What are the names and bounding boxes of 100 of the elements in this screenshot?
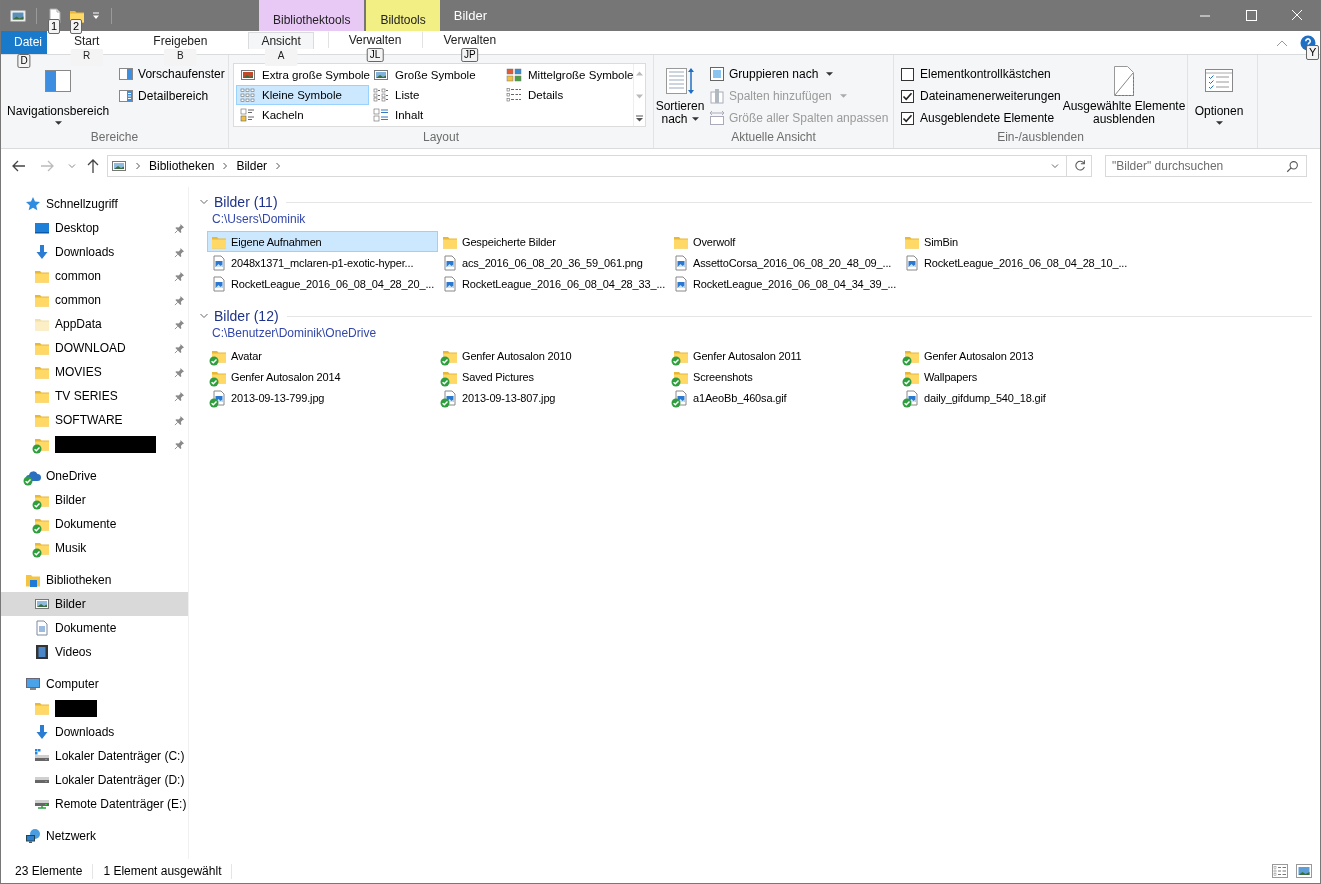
navigation-item[interactable]: Bilder [1,488,188,512]
sort-by-button[interactable]: Sortieren nach [654,63,706,128]
file-item[interactable]: Genfer Autosalon 2014 [207,366,438,387]
large-icons-view-icon[interactable] [1296,864,1312,878]
navigation-item[interactable]: Bibliotheken [1,568,188,592]
navigation-item[interactable]: Remote Datenträger (E:) [1,792,188,816]
address-bar[interactable]: Bibliotheken Bilder [107,154,1092,177]
checkbox-option[interactable]: Ausgeblendete Elemente [901,107,1061,129]
explorer-window-icon[interactable] [10,7,26,24]
file-item[interactable]: RocketLeague_2016_06_08_04_28_10_... [900,252,1131,273]
pin-icon[interactable] [174,223,185,234]
search-field[interactable]: "Bilder" durchsuchen [1105,154,1307,177]
collapse-group-icon[interactable] [199,311,209,321]
file-item[interactable]: Genfer Autosalon 2013 [900,345,1131,366]
breadcrumb[interactable]: Bibliotheken [149,158,215,173]
pin-icon[interactable] [174,415,185,426]
search-icon[interactable] [1286,159,1299,173]
refresh-icon[interactable] [1073,158,1087,173]
navigation-item[interactable]: common [1,288,188,312]
layout-option[interactable]: Kleine Symbole [236,85,369,105]
details-pane-button[interactable]: Detailbereich [115,85,228,107]
navigation-item[interactable]: Dokumente [1,512,188,536]
collapse-group-icon[interactable] [199,197,209,207]
file-item[interactable]: Eigene Aufnahmen [207,231,438,252]
file-item[interactable]: acs_2016_06_08_20_36_59_061.png [438,252,669,273]
chevron-icon[interactable] [135,161,141,170]
file-item[interactable]: 2013-09-13-807.jpg [438,387,669,408]
file-item[interactable]: AssettoCorsa_2016_06_08_20_48_09_... [669,252,900,273]
navigation-item[interactable]: Netzwerk [1,824,188,848]
file-item[interactable]: RocketLeague_2016_06_08_04_28_33_... [438,273,669,294]
ribbon-tab[interactable]: Ansicht [248,32,314,49]
file-item[interactable]: Saved Pictures [438,366,669,387]
checkbox-option[interactable]: Elementkontrollkästchen [901,63,1061,85]
file-item[interactable]: Avatar [207,345,438,366]
checkbox[interactable] [901,89,914,103]
file-item[interactable]: Screenshots [669,366,900,387]
scroll-down-icon[interactable] [635,92,644,100]
file-item[interactable]: Genfer Autosalon 2011 [669,345,900,366]
navigation-item[interactable]: Dokumente [1,616,188,640]
file-item[interactable]: a1AeoBb_460sa.gif [669,387,900,408]
preview-pane-button[interactable]: Vorschaufenster [115,63,228,85]
layout-option[interactable]: Extra große Symbole [236,65,369,85]
file-item[interactable]: Overwolf [669,231,900,252]
navigation-item[interactable]: DOWNLOAD [1,336,188,360]
navigation-item[interactable]: SOFTWARE [1,408,188,432]
file-item[interactable]: RocketLeague_2016_06_08_04_34_39_... [669,273,900,294]
navigation-item[interactable]: Downloads [1,240,188,264]
layout-option[interactable]: Mittelgroße Symbole [502,65,633,85]
file-item[interactable]: Genfer Autosalon 2010 [438,345,669,366]
chevron-icon[interactable] [222,161,229,170]
chevron-icon[interactable] [275,161,282,170]
file-item[interactable]: Gespeicherte Bilder [438,231,669,252]
navigation-item[interactable]: MOVIES [1,360,188,384]
ribbon-tab[interactable]: Start [61,32,113,49]
details-view-icon[interactable] [1272,864,1288,878]
checkbox-option[interactable]: Dateinamenerweiterungen [901,85,1061,107]
pin-icon[interactable] [174,343,185,354]
file-item[interactable]: 2048x1371_mclaren-p1-exotic-hyper... [207,252,438,273]
checkbox[interactable] [901,111,914,125]
pin-icon[interactable] [174,295,185,306]
options-button[interactable]: Optionen [1188,63,1250,128]
navigation-item[interactable]: Lokaler Datenträger (C:) [1,744,188,768]
pin-icon[interactable] [174,367,185,378]
file-item[interactable]: Wallpapers [900,366,1131,387]
navigation-item[interactable]: common [1,264,188,288]
navigation-item[interactable]: AppData [1,312,188,336]
breadcrumb[interactable]: Bilder [236,158,268,173]
navigation-item[interactable]: Downloads [1,720,188,744]
navigation-item[interactable]: Bilder [1,592,188,616]
up-arrow-icon[interactable] [85,157,101,174]
file-item[interactable]: RocketLeague_2016_06_08_04_28_20_... [207,273,438,294]
collapse-ribbon-icon[interactable] [1276,38,1288,47]
pin-icon[interactable] [174,247,185,258]
pin-icon[interactable] [174,439,185,450]
customize-dropdown-icon[interactable] [91,10,101,21]
ribbon-tab[interactable]: Freigeben [140,32,221,49]
layout-option[interactable]: Große Symbole [369,65,502,85]
checkbox[interactable] [901,67,914,81]
file-menu-tab[interactable]: Datei [1,31,47,54]
navigation-item[interactable]: Desktop [1,216,188,240]
expand-gallery-icon[interactable] [635,115,644,122]
view-command-button[interactable]: Gruppieren nach [706,63,892,85]
navigation-item[interactable]: Schnellzugriff [1,192,188,216]
file-item[interactable]: daily_gifdump_540_18.gif [900,387,1131,408]
pin-icon[interactable] [174,391,185,402]
navigation-item[interactable]: Musik [1,536,188,560]
file-item[interactable]: 2013-09-13-799.jpg [207,387,438,408]
navigation-item[interactable]: TV SERIES [1,384,188,408]
layout-option[interactable]: Liste [369,85,502,105]
hide-selected-button[interactable]: Ausgewählte Elemente ausblenden [1061,63,1187,128]
layout-option[interactable]: Inhalt [369,105,502,125]
pin-icon[interactable] [174,271,185,282]
navigation-item[interactable]: Computer [1,672,188,696]
navigation-item[interactable]: Lokaler Datenträger (D:) [1,768,188,792]
scroll-up-icon[interactable] [635,70,644,77]
file-item[interactable]: SimBin [900,231,1131,252]
layout-option[interactable]: Kacheln [236,105,369,125]
navigation-item[interactable]: OneDrive [1,464,188,488]
pin-icon[interactable] [174,319,185,330]
navigation-item[interactable]: Videos [1,640,188,664]
